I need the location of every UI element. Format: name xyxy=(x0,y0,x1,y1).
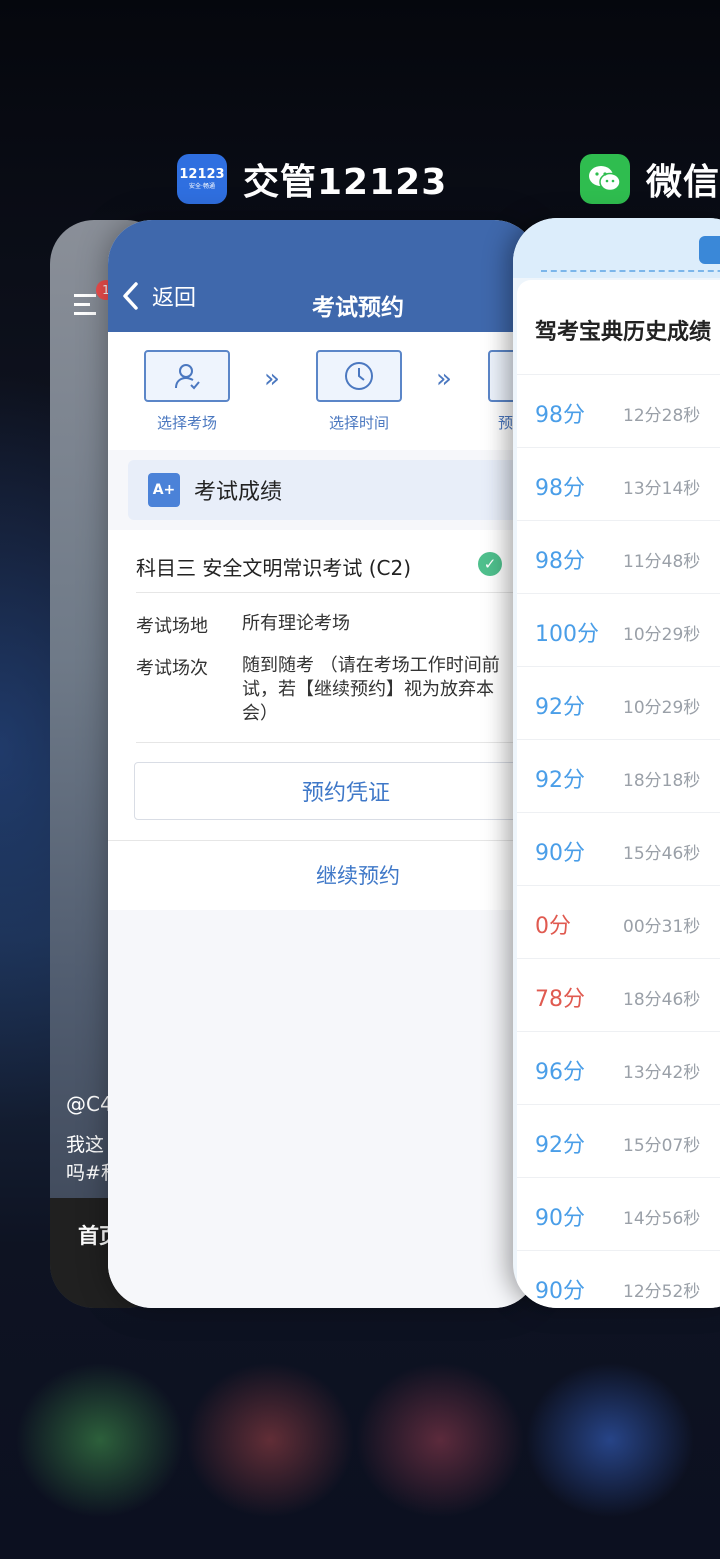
step-indicator: 选择考场 » 选择时间 » 预 xyxy=(108,332,538,450)
app-12123-icon: 12123 安全·畅通 xyxy=(177,154,227,204)
divider xyxy=(108,840,538,841)
score-value: 92分 xyxy=(535,1133,585,1158)
duration-value: 18分18秒 xyxy=(623,771,701,791)
step-select-venue: 选择考场 xyxy=(144,350,230,433)
session-value: 随到随考 （请在考场工作时间前 试，若【继续预约】视为放弃本 会） xyxy=(242,655,500,724)
score-value: 90分 xyxy=(535,1279,585,1304)
score-value: 100分 xyxy=(535,622,599,647)
nav-bar: 返回 考试预约 xyxy=(108,220,538,332)
car-icon xyxy=(699,236,720,264)
person-icon xyxy=(175,364,200,390)
venue-label: 考试场地 xyxy=(136,616,208,637)
list-item[interactable]: 90分 12分52秒 xyxy=(517,1250,720,1308)
exam-score-header: A+ 考试成绩 xyxy=(128,460,538,520)
list-item[interactable]: 90分 14分56秒 xyxy=(517,1177,720,1251)
duration-value: 00分31秒 xyxy=(623,917,701,937)
duration-value: 12分52秒 xyxy=(623,1282,701,1302)
exam-info: 科目三 安全文明常识考试 (C2) ✓ 考试场地 所有理论考场 考试场次 随到随… xyxy=(108,530,538,910)
score-value: 98分 xyxy=(535,476,585,501)
section-title: 考试成绩 xyxy=(194,480,283,505)
menu-icon xyxy=(74,294,96,315)
score-value: 0分 xyxy=(535,914,571,939)
duration-value: 13分42秒 xyxy=(623,1063,701,1083)
header-banner xyxy=(513,218,720,278)
score-value: 98分 xyxy=(535,403,585,428)
list-item[interactable]: 92分 18分18秒 xyxy=(517,739,720,813)
score-value: 98分 xyxy=(535,549,585,574)
exam-subject: 科目三 安全文明常识考试 (C2) xyxy=(136,556,412,580)
venue-value: 所有理论考场 xyxy=(242,613,350,634)
app-name: 交管12123 xyxy=(243,162,448,203)
list-title: 驾考宝典历史成绩 xyxy=(535,320,712,345)
step-select-time: 选择时间 xyxy=(316,350,402,433)
app-label-12123[interactable]: 12123 安全·畅通 交管12123 xyxy=(177,152,447,206)
score-value: 96分 xyxy=(535,1060,585,1085)
app-label-wechat[interactable]: 微信 xyxy=(580,152,720,206)
wechat-icon xyxy=(580,154,630,204)
chevron-double-right-icon: » xyxy=(264,364,280,394)
app-name: 微信 xyxy=(646,162,720,203)
duration-value: 12分28秒 xyxy=(623,406,701,426)
list-item[interactable]: 100分 10分29秒 xyxy=(517,593,720,667)
app-card-12123[interactable]: 返回 考试预约 选择考场 » 选择时间 » 预 A+ 考试成绩 科目三 安全文明… xyxy=(108,220,538,1308)
list-item[interactable]: 90分 15分46秒 xyxy=(517,812,720,886)
duration-value: 15分07秒 xyxy=(623,1136,701,1156)
score-value: 92分 xyxy=(535,695,585,720)
grade-icon: A+ xyxy=(148,473,180,507)
duration-value: 13分14秒 xyxy=(623,479,701,499)
list-item[interactable]: 92分 10分29秒 xyxy=(517,666,720,740)
empty-area xyxy=(108,910,538,1308)
duration-value: 18分46秒 xyxy=(623,990,701,1010)
list-item[interactable]: 78分 18分46秒 xyxy=(517,958,720,1032)
divider xyxy=(136,742,538,743)
score-history-list: 驾考宝典历史成绩 98分 12分28秒 98分 13分14秒 98分 11分48秒 100分… xyxy=(517,280,720,1308)
list-item[interactable]: 98分 11分48秒 xyxy=(517,520,720,594)
divider xyxy=(136,592,538,593)
score-value: 92分 xyxy=(535,768,585,793)
booking-voucher-button[interactable]: 预约凭证 xyxy=(134,762,538,820)
clock-icon xyxy=(345,362,373,390)
list-item[interactable]: 98分 13分14秒 xyxy=(517,447,720,521)
duration-value: 10分29秒 xyxy=(623,698,701,718)
app-card-wechat[interactable]: 驾考宝典历史成绩 98分 12分28秒 98分 13分14秒 98分 11分48秒 100分… xyxy=(513,218,720,1308)
video-author: @C4 xyxy=(66,1092,113,1116)
score-value: 90分 xyxy=(535,841,585,866)
page-title: 考试预约 xyxy=(312,295,404,321)
duration-value: 14分56秒 xyxy=(623,1209,701,1229)
duration-value: 15分46秒 xyxy=(623,844,701,864)
list-item[interactable]: 96分 13分42秒 xyxy=(517,1031,720,1105)
video-caption-line1: 我这 xyxy=(66,1134,105,1156)
dashed-divider xyxy=(541,270,720,272)
list-item[interactable]: 98分 12分28秒 xyxy=(517,374,720,448)
list-item[interactable]: 0分 00分31秒 xyxy=(517,885,720,959)
session-label: 考试场次 xyxy=(136,658,208,679)
chevron-double-right-icon: » xyxy=(436,364,452,394)
list-item[interactable]: 92分 15分07秒 xyxy=(517,1104,720,1178)
score-value: 90分 xyxy=(535,1206,585,1231)
continue-booking-button[interactable]: 继续预约 xyxy=(108,860,538,890)
duration-value: 10分29秒 xyxy=(623,625,701,645)
score-value: 78分 xyxy=(535,987,585,1012)
check-icon: ✓ xyxy=(478,552,502,576)
duration-value: 11分48秒 xyxy=(623,552,701,572)
